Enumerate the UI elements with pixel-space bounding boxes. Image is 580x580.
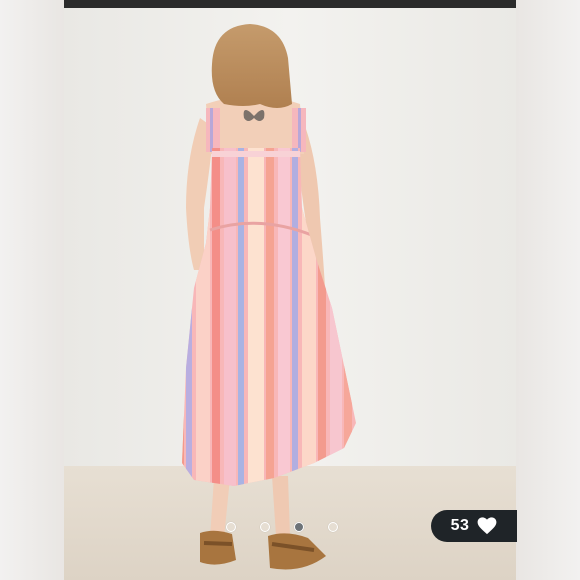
like-button[interactable]: 53 <box>431 510 517 542</box>
strap-stripe <box>298 108 301 152</box>
carousel-dot[interactable] <box>328 522 338 532</box>
right-margin <box>516 0 580 580</box>
carousel-dot[interactable] <box>260 522 270 532</box>
top-bar <box>64 0 516 8</box>
product-image <box>64 8 516 580</box>
left-margin <box>0 0 64 580</box>
likes-count: 53 <box>450 517 470 534</box>
sandal-left <box>200 530 236 565</box>
strap-stripe <box>210 108 213 152</box>
sandal-strap <box>203 541 233 546</box>
carousel-dots <box>226 522 338 532</box>
carousel-dot[interactable] <box>226 522 236 532</box>
carousel-dot-active[interactable] <box>294 522 304 532</box>
listing-photo[interactable] <box>64 8 516 580</box>
heart-icon <box>477 517 497 535</box>
